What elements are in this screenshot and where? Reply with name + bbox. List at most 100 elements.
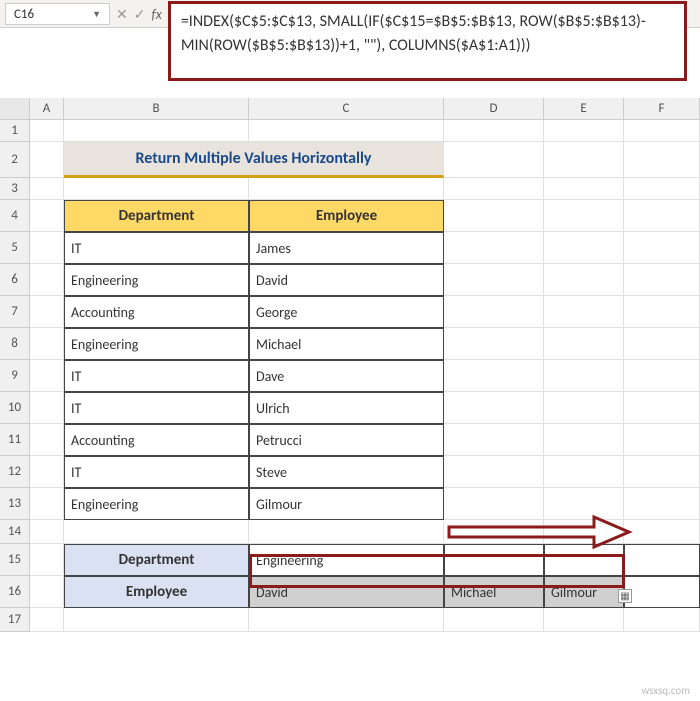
cell[interactable] xyxy=(624,232,700,264)
fill-handle-icon[interactable]: ▦ xyxy=(618,589,632,603)
cell[interactable] xyxy=(30,200,64,232)
table-row[interactable]: James xyxy=(249,232,444,264)
cell[interactable] xyxy=(30,178,64,200)
cell[interactable] xyxy=(30,360,64,392)
row-header[interactable]: 17 xyxy=(0,608,30,632)
cell[interactable] xyxy=(249,178,444,200)
row-header[interactable]: 15 xyxy=(0,544,30,576)
cell[interactable] xyxy=(544,608,624,632)
cell[interactable] xyxy=(544,424,624,456)
cell[interactable] xyxy=(30,488,64,520)
cell[interactable] xyxy=(544,392,624,424)
table-row[interactable]: George xyxy=(249,296,444,328)
table-row[interactable]: IT xyxy=(64,232,249,264)
accept-icon[interactable]: ✓ xyxy=(134,6,146,23)
result-cell[interactable]: Michael xyxy=(444,576,544,608)
cell[interactable] xyxy=(64,520,249,544)
cell[interactable] xyxy=(624,264,700,296)
lookup-emp-label[interactable]: Employee xyxy=(64,576,249,608)
cell[interactable] xyxy=(624,120,700,142)
cell[interactable] xyxy=(30,232,64,264)
row-header[interactable]: 1 xyxy=(0,120,30,142)
row-header[interactable]: 16 xyxy=(0,576,30,608)
result-cell[interactable]: Gilmour xyxy=(544,576,624,608)
table-row[interactable]: Michael xyxy=(249,328,444,360)
table-row[interactable]: David xyxy=(249,264,444,296)
cell[interactable] xyxy=(30,142,64,178)
cell[interactable] xyxy=(444,142,544,178)
cell[interactable] xyxy=(624,424,700,456)
row-header[interactable]: 7 xyxy=(0,296,30,328)
cell[interactable] xyxy=(30,544,64,576)
cell[interactable] xyxy=(544,328,624,360)
cell[interactable] xyxy=(30,120,64,142)
cell[interactable] xyxy=(444,544,544,576)
row-header[interactable]: 9 xyxy=(0,360,30,392)
cell[interactable] xyxy=(544,264,624,296)
cell[interactable] xyxy=(624,200,700,232)
cell[interactable] xyxy=(30,424,64,456)
cancel-icon[interactable]: ✕ xyxy=(116,6,128,23)
row-header[interactable]: 3 xyxy=(0,178,30,200)
cell[interactable] xyxy=(444,456,544,488)
cell[interactable] xyxy=(544,232,624,264)
table-header-emp[interactable]: Employee xyxy=(249,200,444,232)
cell[interactable] xyxy=(30,328,64,360)
table-row[interactable]: Accounting xyxy=(64,424,249,456)
row-header[interactable]: 12 xyxy=(0,456,30,488)
row-header[interactable]: 14 xyxy=(0,520,30,544)
table-row[interactable]: Dave xyxy=(249,360,444,392)
cell[interactable] xyxy=(544,120,624,142)
cell[interactable] xyxy=(64,178,249,200)
cell[interactable] xyxy=(444,360,544,392)
table-row[interactable]: IT xyxy=(64,456,249,488)
table-row[interactable]: Gilmour xyxy=(249,488,444,520)
col-header[interactable]: F xyxy=(624,98,700,120)
col-header[interactable]: D xyxy=(444,98,544,120)
row-header[interactable]: 6 xyxy=(0,264,30,296)
cell[interactable] xyxy=(30,520,64,544)
table-row[interactable]: Engineering xyxy=(64,488,249,520)
spreadsheet-grid[interactable]: A B C D E F 1 2 Return Multiple Values H… xyxy=(0,98,700,701)
col-header[interactable]: E xyxy=(544,98,624,120)
table-row[interactable]: Engineering xyxy=(64,328,249,360)
cell[interactable] xyxy=(444,232,544,264)
row-header[interactable]: 10 xyxy=(0,392,30,424)
cell[interactable] xyxy=(544,456,624,488)
cell[interactable] xyxy=(544,520,624,544)
cell[interactable] xyxy=(64,608,249,632)
cell[interactable] xyxy=(30,456,64,488)
table-row[interactable]: IT xyxy=(64,392,249,424)
cell[interactable] xyxy=(444,264,544,296)
page-title[interactable]: Return Multiple Values Horizontally xyxy=(64,142,444,178)
cell[interactable] xyxy=(624,142,700,178)
cell[interactable] xyxy=(64,120,249,142)
row-header[interactable]: 2 xyxy=(0,142,30,178)
cell[interactable] xyxy=(544,296,624,328)
table-header-dept[interactable]: Department xyxy=(64,200,249,232)
name-box[interactable]: C16 ▼ xyxy=(5,3,110,25)
cell[interactable] xyxy=(544,178,624,200)
table-row[interactable]: Accounting xyxy=(64,296,249,328)
cell[interactable] xyxy=(624,520,700,544)
cell[interactable] xyxy=(444,520,544,544)
result-cell[interactable]: David xyxy=(249,576,444,608)
cell[interactable] xyxy=(544,360,624,392)
table-row[interactable]: Petrucci xyxy=(249,424,444,456)
table-row[interactable]: Engineering xyxy=(64,264,249,296)
cell[interactable] xyxy=(249,520,444,544)
cell[interactable] xyxy=(544,544,624,576)
cell[interactable] xyxy=(444,328,544,360)
cell[interactable] xyxy=(624,608,700,632)
cell[interactable] xyxy=(444,608,544,632)
col-header[interactable]: A xyxy=(30,98,64,120)
cell[interactable] xyxy=(444,178,544,200)
cell[interactable] xyxy=(624,360,700,392)
cell[interactable] xyxy=(30,392,64,424)
cell[interactable] xyxy=(444,120,544,142)
cell[interactable] xyxy=(624,456,700,488)
cell[interactable] xyxy=(444,200,544,232)
table-row[interactable]: Ulrich xyxy=(249,392,444,424)
cell[interactable] xyxy=(624,544,700,576)
cell[interactable] xyxy=(30,296,64,328)
